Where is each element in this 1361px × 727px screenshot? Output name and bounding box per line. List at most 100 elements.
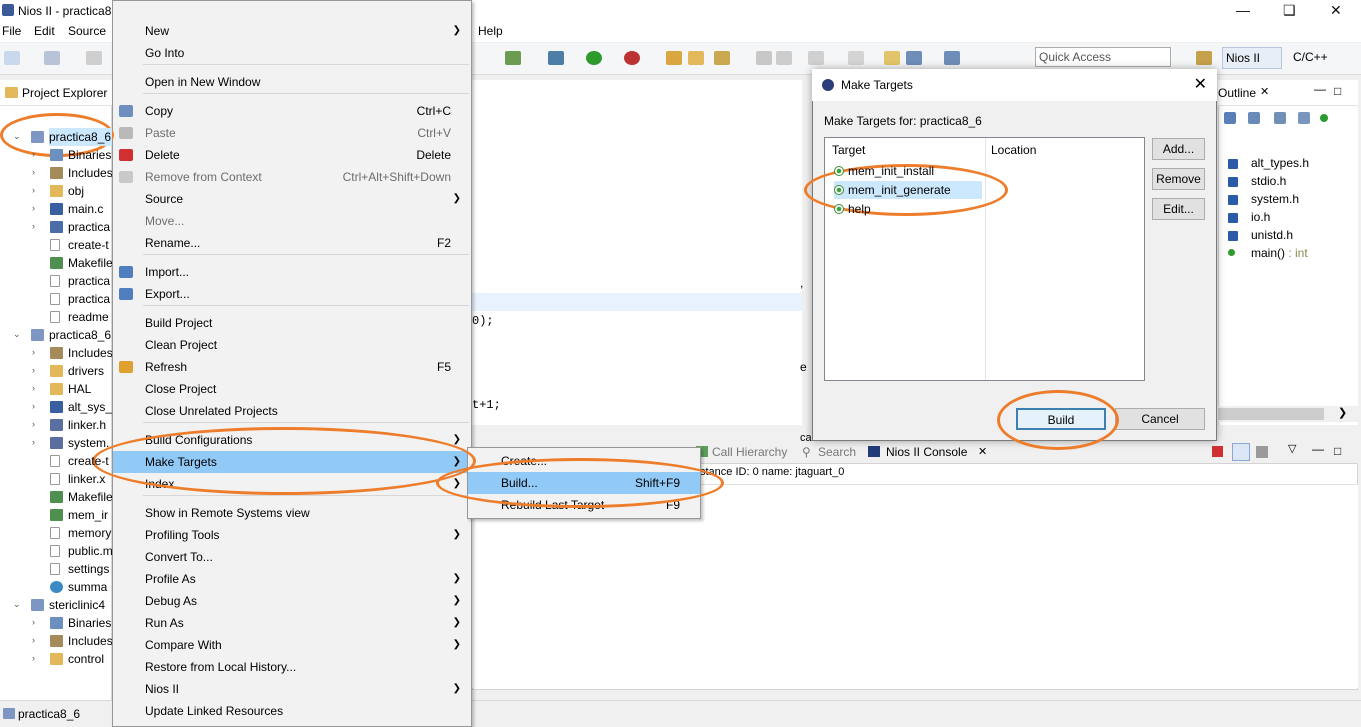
menu-item-open-in-new-window[interactable]: Open in New Window [113, 71, 471, 93]
maximize-icon[interactable]: ❑ [1283, 2, 1296, 19]
menu-item-paste[interactable]: Paste Ctrl+V [113, 122, 471, 144]
annotation-icon[interactable] [776, 51, 792, 65]
menu-file[interactable]: File [2, 24, 21, 38]
print-icon[interactable] [86, 51, 102, 65]
remove-button[interactable]: Remove [1152, 168, 1205, 190]
tree-item[interactable]: practica8_6 [49, 326, 112, 344]
menu-item-debug-as[interactable]: Debug As ❯ [113, 590, 471, 612]
tree-item[interactable]: control [68, 650, 112, 668]
menu-edit[interactable]: Edit [34, 24, 55, 38]
collapse-icon[interactable]: ⌄ [13, 131, 21, 142]
maximize-icon[interactable]: □ [1334, 84, 1341, 98]
tree-item[interactable]: Includes [68, 344, 112, 362]
horizontal-scrollbar[interactable]: ❯ [1218, 406, 1358, 422]
tree-item[interactable]: linker.x [68, 470, 112, 488]
menu-item-update-linked-resources[interactable]: Update Linked Resources [113, 700, 471, 722]
next-annotation-icon[interactable] [808, 51, 824, 65]
outline-item[interactable]: unistd.h [1251, 228, 1293, 242]
forward-icon[interactable] [944, 51, 960, 65]
menu-item-remove-from-context[interactable]: Remove from Context Ctrl+Alt+Shift+Down [113, 166, 471, 188]
expand-icon[interactable]: › [32, 653, 35, 663]
outline-item[interactable]: alt_types.h [1251, 156, 1309, 170]
tab-nios-console[interactable]: Nios II Console [886, 445, 967, 459]
tree-item[interactable]: settings [68, 560, 112, 578]
expand-icon[interactable]: › [32, 401, 35, 411]
expand-icon[interactable]: › [32, 185, 35, 195]
tree-item[interactable]: main.c [68, 200, 112, 218]
tab-search[interactable]: Search [818, 445, 856, 459]
outline-item[interactable]: io.h [1251, 210, 1270, 224]
debug-icon[interactable] [548, 51, 564, 65]
quick-access-input[interactable]: Quick Access [1035, 47, 1171, 67]
expand-icon[interactable]: › [32, 167, 35, 177]
close-icon[interactable]: ✕ [1260, 85, 1269, 98]
tree-item[interactable]: practica [68, 272, 112, 290]
close-icon[interactable]: ✕ [978, 445, 987, 458]
tree-item[interactable]: obj [68, 182, 112, 200]
expand-icon[interactable]: › [32, 203, 35, 213]
outline-item[interactable]: stdio.h [1251, 174, 1286, 188]
tree-item[interactable]: mem_ir [68, 506, 112, 524]
hide-nonpublic-icon[interactable] [1320, 114, 1328, 122]
menu-item-show-in-remote-systems-view[interactable]: Show in Remote Systems view [113, 502, 471, 524]
tree-item[interactable]: practica8_6 [49, 128, 112, 146]
add-button[interactable]: Add... [1152, 138, 1205, 160]
tree-item[interactable]: drivers [68, 362, 112, 380]
expand-icon[interactable]: › [32, 365, 35, 375]
menu-item-go-into[interactable]: Go Into [113, 42, 471, 64]
menu-item-close-unrelated-projects[interactable]: Close Unrelated Projects [113, 400, 471, 422]
tree-item[interactable]: HAL [68, 380, 112, 398]
column-header-target[interactable]: Target [832, 143, 865, 157]
target-row[interactable]: help [834, 200, 871, 218]
menu-item-new[interactable]: New ❯ [113, 20, 471, 42]
tree-item[interactable]: create-t [68, 236, 112, 254]
menu-item-move[interactable]: Move... [113, 210, 471, 232]
menu-item-profiling-tools[interactable]: Profiling Tools ❯ [113, 524, 471, 546]
menu-item-convert-to[interactable]: Convert To... [113, 546, 471, 568]
expand-icon[interactable]: › [32, 149, 35, 159]
perspective-cc-button[interactable]: C/C++ [1290, 47, 1358, 69]
close-icon[interactable]: ✕ [1194, 74, 1207, 94]
cancel-button[interactable]: Cancel [1115, 408, 1205, 430]
back-icon[interactable] [906, 51, 922, 65]
minimize-icon[interactable]: — [1236, 2, 1250, 18]
menu-item-close-project[interactable]: Close Project [113, 378, 471, 400]
close-icon[interactable]: ✕ [1330, 2, 1342, 19]
expand-icon[interactable]: › [32, 347, 35, 357]
hide-static-icon[interactable] [1298, 112, 1310, 124]
target-row[interactable]: mem_init_generate [834, 181, 982, 199]
menu-item-restore-from-local-history[interactable]: Restore from Local History... [113, 656, 471, 678]
pin-console-icon[interactable] [1232, 443, 1250, 461]
tab-partial[interactable]: ca [800, 432, 812, 444]
tree-item[interactable]: Binaries [68, 614, 112, 632]
menu-help[interactable]: Help [478, 24, 503, 38]
expand-icon[interactable]: › [32, 221, 35, 231]
run-icon[interactable] [586, 51, 602, 65]
menu-item-clean-project[interactable]: Clean Project [113, 334, 471, 356]
tree-item[interactable]: readme [68, 308, 112, 326]
column-header-location[interactable]: Location [991, 143, 1036, 157]
collapse-icon[interactable] [1224, 112, 1236, 124]
perspective-nios-button[interactable]: Nios II [1222, 47, 1282, 69]
search-tool-icon[interactable] [505, 51, 521, 65]
editor-area[interactable]: 0); t+1; , e [472, 80, 807, 425]
new-icon[interactable] [4, 51, 20, 65]
expand-icon[interactable]: › [32, 437, 35, 447]
menu-item-export[interactable]: Export... [113, 283, 471, 305]
minimize-icon[interactable]: — [1314, 82, 1326, 96]
edit-button[interactable]: Edit... [1152, 198, 1205, 220]
tree-item[interactable]: summa [68, 578, 112, 596]
tree-item[interactable]: Makefile [68, 488, 112, 506]
tree-item[interactable]: Makefile [68, 254, 112, 272]
prev-annotation-icon[interactable] [848, 51, 864, 65]
tree-item[interactable]: Binaries [68, 146, 112, 164]
collapse-icon[interactable]: ⌄ [13, 329, 21, 340]
expand-icon[interactable]: › [32, 419, 35, 429]
menu-item-copy[interactable]: Copy Ctrl+C [113, 100, 471, 122]
last-edit-icon[interactable] [884, 51, 900, 65]
expand-icon[interactable]: › [32, 635, 35, 645]
save-icon[interactable] [44, 51, 60, 65]
expand-icon[interactable]: › [32, 383, 35, 393]
minimize-icon[interactable]: — [1312, 442, 1324, 456]
menu-item-delete[interactable]: Delete Delete [113, 144, 471, 166]
